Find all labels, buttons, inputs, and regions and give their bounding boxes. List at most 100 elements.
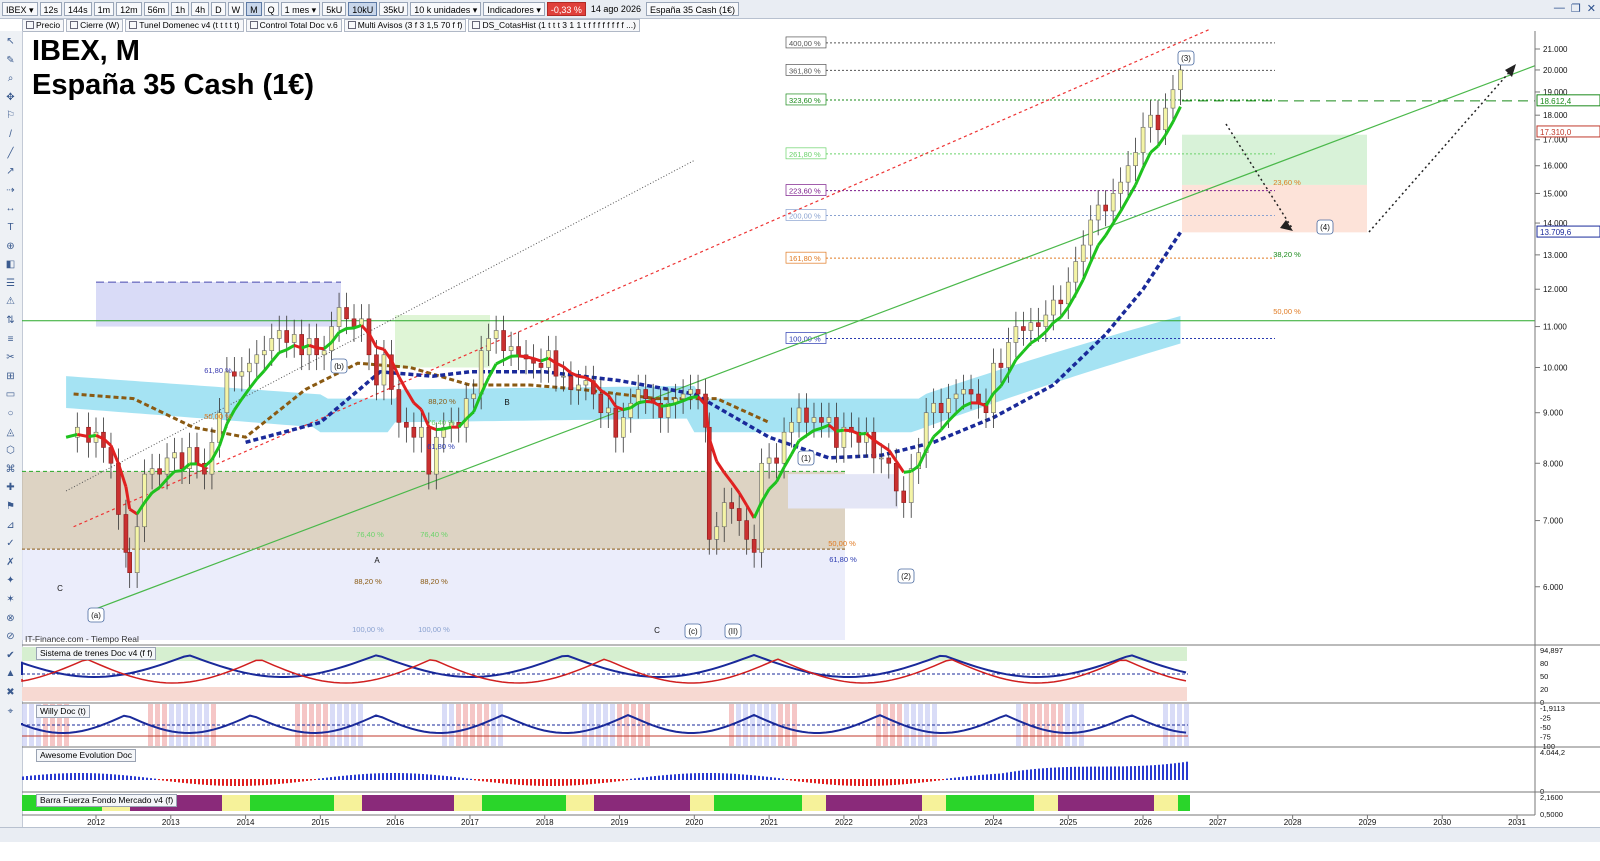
strength-bar [958, 795, 962, 811]
awesome-bar [322, 778, 324, 780]
awesome-bar [1082, 766, 1084, 780]
candle-body [1028, 322, 1034, 331]
awesome-bar [246, 779, 248, 786]
ema-segment [525, 355, 534, 360]
awesome-bar [414, 773, 416, 780]
strength-bar [1042, 795, 1046, 811]
awesome-bar [106, 773, 108, 780]
indicator-panel-label[interactable]: Sistema de trenes Doc v4 (f f) [36, 647, 157, 660]
indicator-panel-label[interactable]: Willy Doc (t) [36, 705, 90, 718]
awesome-bar [318, 778, 320, 780]
strength-bar [1174, 795, 1178, 811]
awesome-bar [470, 778, 472, 780]
ema-segment [843, 428, 852, 433]
awesome-bar [1010, 771, 1012, 780]
strength-bar [1114, 795, 1118, 811]
candle-body [736, 508, 742, 521]
awesome-bar [1154, 765, 1156, 780]
awesome-bar [98, 773, 100, 780]
indicator-panel-label[interactable]: Barra Fuerza Fondo Mercado v4 (f) [36, 794, 178, 807]
awesome-bar [90, 773, 92, 780]
awesome-bar [1122, 766, 1124, 780]
panel-tick-label: 20 [1540, 685, 1548, 694]
candle-body [1170, 89, 1176, 109]
awesome-bar [922, 779, 924, 783]
awesome-bar [374, 773, 376, 780]
strength-bar [1026, 795, 1030, 811]
awesome-bar [362, 774, 364, 780]
strength-bar [1018, 795, 1022, 811]
strength-bar [750, 795, 754, 811]
candle-body [721, 502, 727, 528]
awesome-bar [1150, 765, 1152, 780]
strength-bar [494, 795, 498, 811]
candle-body [1118, 181, 1123, 194]
candle-body [516, 346, 521, 356]
candle-body [744, 520, 749, 540]
strength-bar [466, 795, 470, 811]
awesome-bar [314, 779, 316, 781]
awesome-bar [1130, 766, 1132, 780]
ema-segment [278, 348, 288, 354]
strength-bar [206, 795, 210, 811]
awesome-bar [1046, 767, 1048, 780]
awesome-bar [634, 778, 636, 780]
candle-body [374, 354, 379, 386]
candle-body [1095, 204, 1101, 221]
strength-bar [302, 795, 306, 811]
strength-bar [942, 795, 946, 811]
strength-bar [198, 795, 202, 811]
strength-bar [530, 795, 534, 811]
awesome-bar [142, 777, 144, 780]
x-tick-label: 2020 [685, 818, 703, 827]
candle-body [404, 422, 409, 428]
strength-bar [1170, 795, 1174, 811]
awesome-bar [814, 779, 816, 784]
y-tick-label: 20.000 [1543, 66, 1568, 75]
candle-body [774, 457, 779, 464]
strength-bar [946, 795, 950, 811]
awesome-bar [910, 779, 912, 784]
awesome-bar [538, 779, 540, 786]
candle-body [561, 375, 566, 378]
strength-bar [646, 795, 650, 811]
ema-segment [622, 406, 632, 412]
strength-bar [238, 795, 242, 811]
strength-bar [786, 795, 790, 811]
indicator-panel-label[interactable]: Awesome Evolution Doc [36, 749, 136, 762]
strength-bar [450, 795, 454, 811]
awesome-bar [866, 779, 868, 786]
awesome-bar [382, 773, 384, 780]
strength-bar [870, 795, 874, 811]
fib-level-label: 200,00 % [789, 211, 821, 220]
candle-body [796, 407, 802, 423]
strength-bar [514, 795, 518, 811]
awesome-bar [966, 776, 968, 780]
awesome-bar [30, 775, 32, 780]
strength-bar [582, 795, 586, 811]
x-tick-label: 2024 [985, 818, 1003, 827]
awesome-bar [270, 779, 272, 785]
awesome-bar [978, 775, 980, 780]
price-chart[interactable]: 400,00 % 361,80 % 323,60 % 261,80 % 223,60 %… [0, 0, 1600, 861]
strength-bar [522, 795, 526, 811]
price-tag-label: 13.709,6 [1540, 228, 1572, 237]
awesome-bar [598, 779, 600, 784]
y-tick-label: 9.000 [1543, 409, 1564, 418]
strength-bar [670, 795, 674, 811]
fib-box-b [96, 282, 341, 327]
awesome-bar [170, 779, 172, 782]
strength-bar [178, 795, 182, 811]
awesome-bar [146, 777, 148, 780]
x-tick-label: 2030 [1433, 818, 1451, 827]
awesome-bar [710, 773, 712, 780]
x-tick-label: 2018 [536, 818, 554, 827]
strength-bar [954, 795, 958, 811]
strength-bar [1162, 795, 1166, 811]
ema-segment [903, 469, 912, 474]
awesome-bar [330, 777, 332, 780]
strength-bar [242, 795, 246, 811]
strength-bar [258, 795, 262, 811]
panel-zone [22, 687, 1187, 701]
strength-bar [314, 795, 318, 811]
